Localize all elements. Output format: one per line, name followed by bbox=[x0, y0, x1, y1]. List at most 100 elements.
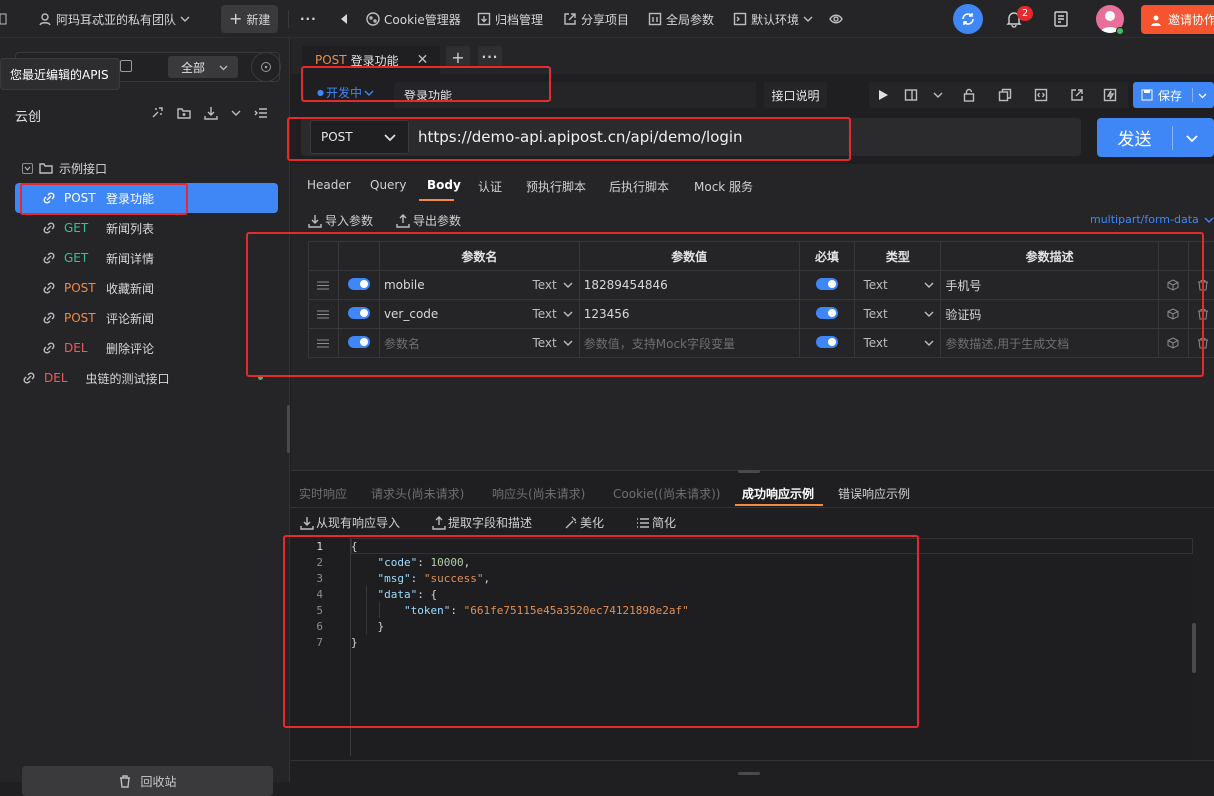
tab-more-icon[interactable]: ··· bbox=[478, 46, 502, 68]
flash-icon[interactable] bbox=[1095, 88, 1125, 102]
resp-tab-4[interactable]: 成功响应示例 bbox=[742, 485, 814, 502]
recycle-bin-button[interactable]: 回收站 bbox=[22, 766, 273, 796]
code-icon[interactable] bbox=[1023, 88, 1059, 102]
unlock-icon[interactable] bbox=[951, 88, 987, 102]
enable-toggle[interactable] bbox=[348, 336, 370, 348]
menu-edge-icon[interactable] bbox=[0, 0, 8, 38]
req-tab-2[interactable]: Body bbox=[427, 178, 461, 192]
archive-button[interactable]: 归档管理 bbox=[477, 0, 543, 38]
send-button[interactable]: 发送 bbox=[1097, 118, 1214, 157]
sidebar-scrollbar[interactable] bbox=[287, 405, 290, 453]
tab-login[interactable]: POST 登录功能 ✕ bbox=[302, 46, 440, 74]
chevron-down-icon[interactable] bbox=[231, 108, 241, 118]
mock-icon[interactable] bbox=[1158, 329, 1188, 358]
required-cell[interactable] bbox=[799, 271, 855, 300]
enable-cell[interactable] bbox=[338, 271, 379, 300]
chevron-down-icon[interactable] bbox=[925, 90, 951, 100]
code-editor[interactable]: 1234567 { "code": 10000, "msg": "success… bbox=[291, 536, 1193, 758]
sidebar-item-4[interactable]: POST评论新闻 bbox=[42, 304, 154, 332]
resp-tab-2[interactable]: 响应头(尚未请求) bbox=[492, 485, 585, 502]
kind-select[interactable]: Text bbox=[532, 307, 574, 321]
more-icon[interactable]: ··· bbox=[300, 0, 317, 38]
sidebar-item-2[interactable]: GET新闻详情 bbox=[42, 244, 154, 272]
resp-tab-3[interactable]: Cookie((尚未请求)) bbox=[613, 485, 720, 502]
param-name[interactable]: 参数名 bbox=[384, 335, 420, 352]
resp-tab-0[interactable]: 实时响应 bbox=[299, 485, 347, 502]
param-value[interactable]: 123456 bbox=[579, 300, 799, 329]
collapse-toggle-icon[interactable] bbox=[22, 163, 33, 174]
req-tab-4[interactable]: 预执行脚本 bbox=[526, 178, 586, 195]
enable-cell[interactable] bbox=[338, 300, 379, 329]
required-toggle[interactable] bbox=[816, 278, 838, 290]
drag-handle-icon[interactable] bbox=[309, 300, 339, 329]
method-select[interactable]: POST bbox=[310, 120, 409, 154]
req-tab-0[interactable]: Header bbox=[307, 178, 351, 192]
mock-icon[interactable] bbox=[1158, 271, 1188, 300]
sync-icon[interactable] bbox=[953, 4, 983, 34]
param-value[interactable]: 18289454846 bbox=[579, 271, 799, 300]
resp-tab-1[interactable]: 请求头(尚未请求) bbox=[371, 485, 464, 502]
team-selector[interactable]: 阿玛耳忒亚的私有团队 bbox=[38, 0, 190, 38]
param-desc[interactable]: 参数描述,用于生成文档 bbox=[941, 329, 1159, 358]
close-icon[interactable]: ✕ bbox=[417, 52, 429, 68]
kind-select[interactable]: Text bbox=[532, 336, 574, 350]
locate-icon[interactable] bbox=[251, 52, 281, 82]
param-desc[interactable]: 验证码 bbox=[941, 300, 1159, 329]
cookie-manager-button[interactable]: Cookie管理器 bbox=[366, 0, 461, 38]
sidebar-item-1[interactable]: GET新闻列表 bbox=[42, 214, 154, 242]
collapse-menu-icon[interactable] bbox=[254, 106, 268, 120]
type-cell[interactable]: Text bbox=[855, 271, 941, 300]
import-from-response-button[interactable]: 从现有响应导入 bbox=[300, 514, 400, 531]
sidebar-item-0[interactable]: POST登录功能 bbox=[42, 184, 154, 212]
url-input[interactable]: https://demo-api.apipost.cn/api/demo/log… bbox=[418, 120, 858, 154]
beautify-button[interactable]: 美化 bbox=[564, 514, 604, 531]
kind-select[interactable]: Text bbox=[532, 278, 574, 292]
new-tab-button[interactable]: + bbox=[446, 46, 470, 68]
mock-icon[interactable] bbox=[1158, 300, 1188, 329]
type-cell[interactable]: Text bbox=[855, 300, 941, 329]
simplify-button[interactable]: 简化 bbox=[636, 514, 676, 531]
delete-icon[interactable] bbox=[1188, 271, 1214, 300]
drag-handle-icon[interactable] bbox=[309, 329, 339, 358]
extract-fields-button[interactable]: 提取字段和描述 bbox=[432, 514, 532, 531]
name-cell[interactable]: 参数名 Text bbox=[379, 329, 579, 358]
add-api-icon[interactable] bbox=[150, 106, 164, 120]
content-type-select[interactable]: multipart/form-data bbox=[1090, 213, 1214, 226]
resp-tab-5[interactable]: 错误响应示例 bbox=[838, 485, 910, 502]
api-name-input[interactable]: 登录功能 bbox=[394, 82, 756, 108]
status-select[interactable]: ● 开发中 bbox=[317, 84, 374, 101]
param-name[interactable]: mobile bbox=[384, 278, 425, 292]
param-value[interactable]: 参数值，支持Mock字段变量 bbox=[579, 329, 799, 358]
enable-cell[interactable] bbox=[338, 329, 379, 358]
layout-icon[interactable] bbox=[897, 88, 925, 102]
notes-icon[interactable] bbox=[1052, 10, 1070, 28]
copy-icon[interactable] bbox=[987, 88, 1023, 102]
sidebar-item-3[interactable]: POST收藏新闻 bbox=[42, 274, 154, 302]
global-params-button[interactable]: 全局参数 bbox=[648, 0, 714, 38]
env-selector[interactable]: 默认环境 bbox=[733, 0, 813, 38]
resize-handle[interactable] bbox=[738, 470, 760, 473]
req-tab-3[interactable]: 认证 bbox=[478, 178, 502, 195]
required-toggle[interactable] bbox=[816, 307, 838, 319]
drag-handle-icon[interactable] bbox=[309, 271, 339, 300]
req-tab-6[interactable]: Mock 服务 bbox=[694, 178, 753, 195]
enable-toggle[interactable] bbox=[348, 307, 370, 319]
required-toggle[interactable] bbox=[816, 336, 838, 348]
folder-row[interactable]: 示例接口 bbox=[22, 154, 107, 182]
sidebar-item-5[interactable]: DEL删除评论 bbox=[42, 334, 154, 362]
import-params-button[interactable]: 导入参数 bbox=[308, 212, 373, 229]
filter-select[interactable]: 全部 bbox=[168, 56, 238, 78]
param-desc[interactable]: 手机号 bbox=[941, 271, 1159, 300]
invite-button[interactable]: 邀请协作 bbox=[1141, 5, 1214, 34]
required-cell[interactable] bbox=[799, 329, 855, 358]
delete-icon[interactable] bbox=[1188, 300, 1214, 329]
eye-icon[interactable] bbox=[829, 0, 843, 38]
param-name[interactable]: ver_code bbox=[384, 307, 438, 321]
req-tab-5[interactable]: 后执行脚本 bbox=[609, 178, 669, 195]
run-icon[interactable] bbox=[869, 90, 897, 100]
share-link-icon[interactable] bbox=[1059, 88, 1095, 102]
name-cell[interactable]: ver_code Text bbox=[379, 300, 579, 329]
new-button[interactable]: + 新建 bbox=[221, 5, 278, 33]
import-icon[interactable] bbox=[204, 106, 218, 120]
sidebar-item-extra[interactable]: DEL 虫链的测试接口 bbox=[22, 364, 170, 392]
